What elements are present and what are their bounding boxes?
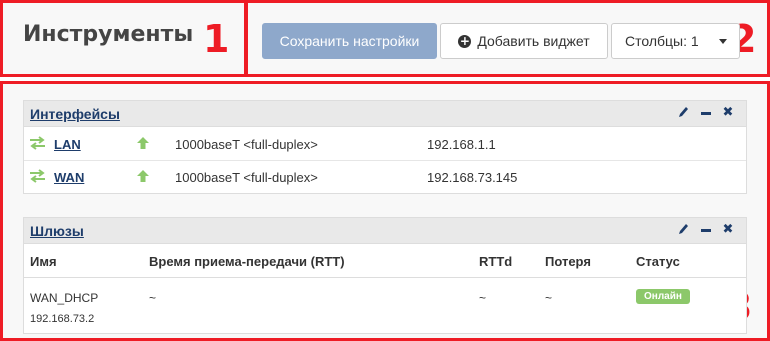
swap-arrows-icon: [30, 169, 45, 183]
interface-name-link[interactable]: WAN: [54, 170, 84, 185]
interface-name-link[interactable]: LAN: [54, 137, 81, 152]
column-header-status: Статус: [636, 254, 680, 269]
close-icon[interactable]: ✖: [722, 222, 734, 238]
page-title: Инструменты: [23, 22, 194, 47]
annotation-marker-1: 1: [203, 17, 230, 61]
columns-select-value: Столбцы: 1: [625, 33, 699, 49]
columns-select[interactable]: Столбцы: 1: [611, 23, 740, 59]
plus-circle-icon: +: [458, 33, 472, 48]
column-header-rttd: RTTd: [479, 254, 513, 269]
minimize-icon[interactable]: [700, 222, 712, 238]
gateways-widget-header: Шлюзы ✖: [24, 218, 746, 244]
pencil-icon[interactable]: [678, 222, 690, 238]
gateways-widget: Шлюзы ✖ Имя Время приема-передачи (RTT) …: [23, 217, 747, 334]
interfaces-widget-title[interactable]: Интерфейсы: [30, 106, 120, 122]
save-settings-label: Сохранить настройки: [279, 33, 420, 49]
interface-row: LAN 1000baseT <full-duplex> 192.168.1.1: [24, 128, 746, 161]
gateways-table-header: Имя Время приема-передачи (RTT) RTTd Пот…: [24, 245, 746, 278]
interfaces-widget-header: Интерфейсы ✖: [24, 101, 746, 127]
status-badge: Онлайн: [636, 289, 690, 304]
add-widget-label: Добавить виджет: [477, 33, 590, 49]
interface-ip: 192.168.73.145: [427, 170, 518, 185]
table-row: WAN_DHCP 192.168.73.2 ~ ~ ~ Онлайн: [24, 279, 746, 335]
add-widget-button[interactable]: + Добавить виджет: [440, 23, 608, 59]
interface-media: 1000baseT <full-duplex>: [175, 170, 318, 185]
swap-arrows-icon: [30, 136, 45, 150]
column-header-rtt: Время приема-передачи (RTT): [149, 254, 345, 269]
column-header-name: Имя: [30, 254, 57, 269]
arrow-up-icon: [137, 170, 149, 182]
interface-ip: 192.168.1.1: [427, 137, 496, 152]
gateways-widget-tools: ✖: [678, 222, 734, 238]
gateway-name: WAN_DHCP: [30, 291, 99, 305]
interfaces-widget-tools: ✖: [678, 105, 734, 121]
close-icon[interactable]: ✖: [722, 105, 734, 121]
caret-down-icon: [719, 39, 727, 44]
gateway-ip: 192.168.73.2: [30, 313, 95, 325]
column-header-loss: Потеря: [545, 254, 591, 269]
arrow-up-icon: [137, 137, 149, 149]
gateway-rtt: ~: [149, 291, 157, 305]
interface-row: WAN 1000baseT <full-duplex> 192.168.73.1…: [24, 161, 746, 194]
minimize-icon[interactable]: [700, 105, 712, 121]
pencil-icon[interactable]: [678, 105, 690, 121]
gateways-widget-title[interactable]: Шлюзы: [30, 223, 84, 239]
interface-media: 1000baseT <full-duplex>: [175, 137, 318, 152]
save-settings-button[interactable]: Сохранить настройки: [262, 23, 437, 59]
interfaces-widget: Интерфейсы ✖ LAN 1000baseT <full-duplex>…: [23, 100, 747, 194]
gateway-rttd: ~: [479, 291, 487, 305]
gateway-loss: ~: [545, 291, 553, 305]
